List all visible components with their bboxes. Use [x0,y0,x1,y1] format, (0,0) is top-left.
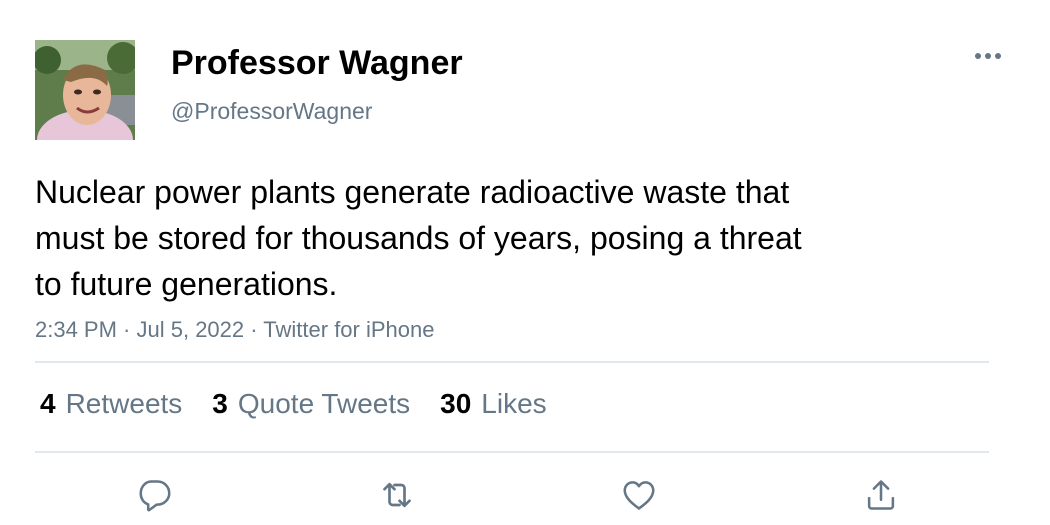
more-icon [975,53,1001,59]
tweet-date[interactable]: Jul 5, 2022 [137,317,245,342]
quote-tweets-stat[interactable]: 3 Quote Tweets [212,387,410,421]
user-handle[interactable]: @ProfessorWagner [171,97,372,125]
tweet-text-line: Nuclear power plants generate radioactiv… [35,174,790,210]
share-icon [867,480,895,510]
tweet-card: Professor Wagner @ProfessorWagner Nuclea… [0,0,1050,525]
likes-count: 30 [440,388,472,419]
likes-label: Likes [481,388,547,419]
like-button[interactable] [614,470,664,520]
divider [35,451,989,453]
retweet-icon [383,482,411,508]
avatar[interactable] [35,40,135,140]
tweet-time[interactable]: 2:34 PM [35,317,117,342]
tweet-text-line: to future generations. [35,266,338,302]
display-name[interactable]: Professor Wagner [171,42,463,84]
retweets-label: Retweets [65,388,183,419]
share-button[interactable] [856,470,906,520]
tweet-metadata: 2:34 PM · Jul 5, 2022 · Twitter for iPho… [35,316,434,344]
divider [35,361,989,363]
more-options-button[interactable] [970,44,1006,68]
tweet-actions [0,470,1050,520]
tweet-stats: 4 Retweets 3 Quote Tweets 30 Likes [40,387,577,421]
tweet-text: Nuclear power plants generate radioactiv… [35,169,935,307]
meta-separator: · [116,317,137,342]
tweet-source[interactable]: Twitter for iPhone [263,317,434,342]
meta-separator: · [244,317,264,342]
quote-tweets-count: 3 [212,388,228,419]
reply-icon [139,480,171,512]
likes-stat[interactable]: 30 Likes [440,387,547,421]
avatar-photo [35,40,135,140]
retweets-count: 4 [40,388,56,419]
retweets-stat[interactable]: 4 Retweets [40,387,182,421]
tweet-text-line: must be stored for thousands of years, p… [35,220,802,256]
retweet-button[interactable] [372,470,422,520]
heart-icon [623,481,655,510]
quote-tweets-label: Quote Tweets [237,388,411,419]
reply-button[interactable] [130,470,180,520]
